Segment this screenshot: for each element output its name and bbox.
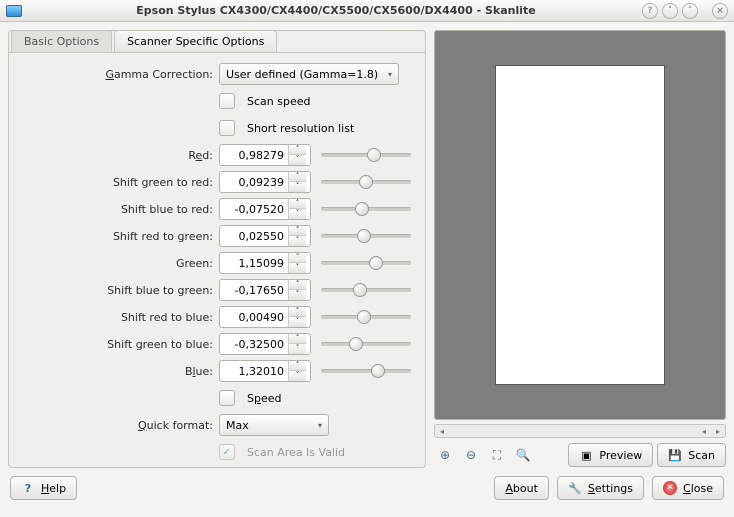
spin-up-icon[interactable]: ˄: [289, 145, 306, 155]
minimize-button[interactable]: ˅: [662, 3, 678, 19]
close-icon: ✕: [663, 481, 677, 495]
chevron-down-icon: ▾: [388, 70, 392, 79]
settings-button[interactable]: 🔧 Settings: [557, 476, 644, 500]
app-icon: [6, 5, 22, 17]
blue-input[interactable]: [220, 365, 288, 378]
shift-blue-to-green-spinbox[interactable]: ˄˅: [219, 279, 311, 301]
maximize-button[interactable]: ˄: [682, 3, 698, 19]
shift-blue-to-green-label: Shift blue to green:: [19, 284, 219, 297]
zoom-out-icon[interactable]: ⊖: [460, 444, 482, 466]
quick-format-combo[interactable]: Max ▾: [219, 414, 329, 436]
help-button-label: Help: [41, 482, 66, 495]
zoom-fit-icon[interactable]: 🔍: [512, 444, 534, 466]
preview-icon: ▣: [579, 448, 593, 462]
help-titlebar-button[interactable]: ?: [642, 3, 658, 19]
short-resolution-checkbox[interactable]: [219, 120, 235, 136]
shift-blue-to-red-spinbox[interactable]: ˄˅: [219, 198, 311, 220]
zoom-select-icon[interactable]: ⛶: [486, 444, 508, 466]
shift-red-to-blue-input[interactable]: [220, 311, 288, 324]
red-spinbox[interactable]: ˄˅: [219, 144, 311, 166]
preview-scrollbar-h[interactable]: ◂ ◂ ▸: [434, 424, 726, 438]
shift-red-to-green-slider[interactable]: [317, 226, 415, 246]
shift-green-to-blue-slider[interactable]: [317, 334, 415, 354]
shift-green-to-red-slider[interactable]: [317, 172, 415, 192]
shift-green-to-blue-label: Shift green to blue:: [19, 338, 219, 351]
shift-green-to-blue-input[interactable]: [220, 338, 288, 351]
settings-button-label: Settings: [588, 482, 633, 495]
gamma-correction-label: Gamma Correction:: [19, 68, 219, 81]
preview-button[interactable]: ▣ Preview: [568, 443, 653, 467]
titlebar: Epson Stylus CX4300/CX4400/CX5500/CX5600…: [0, 0, 734, 22]
gamma-correction-combo[interactable]: User defined (Gamma=1.8) ▾: [219, 63, 399, 85]
blue-slider[interactable]: [317, 361, 415, 381]
shift-green-to-red-label: Shift green to red:: [19, 176, 219, 189]
zoom-in-icon[interactable]: ⊕: [434, 444, 456, 466]
window-title: Epson Stylus CX4300/CX4400/CX5500/CX5600…: [30, 4, 642, 17]
blue-spinbox[interactable]: ˄˅: [219, 360, 311, 382]
settings-icon: 🔧: [568, 481, 582, 495]
shift-green-to-red-input[interactable]: [220, 176, 288, 189]
help-icon: ?: [21, 481, 35, 495]
shift-red-to-green-spinbox[interactable]: ˄˅: [219, 225, 311, 247]
scroll-left-icon[interactable]: ◂: [435, 427, 449, 436]
red-input[interactable]: [220, 149, 288, 162]
red-slider[interactable]: [317, 145, 415, 165]
shift-blue-to-green-slider[interactable]: [317, 280, 415, 300]
spin-down-icon[interactable]: ˅: [289, 155, 306, 165]
shift-blue-to-red-slider[interactable]: [317, 199, 415, 219]
scan-button[interactable]: 💾 Scan: [657, 443, 726, 467]
scroll-left-icon-2[interactable]: ◂: [697, 427, 711, 436]
shift-red-to-blue-slider[interactable]: [317, 307, 415, 327]
speed-checkbox[interactable]: [219, 390, 235, 406]
short-resolution-label: Short resolution list: [247, 122, 354, 135]
shift-red-to-green-input[interactable]: [220, 230, 288, 243]
preview-button-label: Preview: [599, 449, 642, 462]
scan-area-valid-checkbox[interactable]: ✓: [219, 444, 235, 460]
tab-scanner-specific[interactable]: Scanner Specific Options: [114, 30, 277, 52]
scan-button-label: Scan: [688, 449, 715, 462]
red-label: Red:: [19, 149, 219, 162]
quick-format-value: Max: [226, 419, 249, 432]
green-spinbox[interactable]: ˄˅: [219, 252, 311, 274]
options-panel: Basic Options Scanner Specific Options G…: [8, 30, 426, 468]
shift-green-to-red-spinbox[interactable]: ˄˅: [219, 171, 311, 193]
shift-red-to-blue-label: Shift red to blue:: [19, 311, 219, 324]
scan-speed-label: Scan speed: [247, 95, 310, 108]
about-button-label: About: [505, 482, 538, 495]
chevron-down-icon: ▾: [318, 421, 322, 430]
shift-blue-to-green-input[interactable]: [220, 284, 288, 297]
gamma-correction-value: User defined (Gamma=1.8): [226, 68, 378, 81]
green-slider[interactable]: [317, 253, 415, 273]
help-button[interactable]: ? Help: [10, 476, 77, 500]
preview-area[interactable]: [434, 30, 726, 420]
shift-blue-to-red-label: Shift blue to red:: [19, 203, 219, 216]
quick-format-label: Quick format:: [19, 419, 219, 432]
shift-red-to-green-label: Shift red to green:: [19, 230, 219, 243]
green-label: Green:: [19, 257, 219, 270]
about-button[interactable]: About: [494, 476, 549, 500]
blue-label: Blue:: [19, 365, 219, 378]
scroll-right-icon[interactable]: ▸: [711, 427, 725, 436]
save-icon: 💾: [668, 448, 682, 462]
shift-blue-to-red-input[interactable]: [220, 203, 288, 216]
scan-area-valid-label: Scan Area Is Valid: [247, 446, 345, 459]
shift-green-to-blue-spinbox[interactable]: ˄˅: [219, 333, 311, 355]
preview-page: [495, 65, 665, 385]
scan-speed-checkbox[interactable]: [219, 93, 235, 109]
close-window-button[interactable]: ×: [712, 3, 728, 19]
green-input[interactable]: [220, 257, 288, 270]
tab-basic-options[interactable]: Basic Options: [11, 30, 112, 52]
shift-red-to-blue-spinbox[interactable]: ˄˅: [219, 306, 311, 328]
speed-label: Speed: [247, 392, 282, 405]
close-button-label: Close: [683, 482, 713, 495]
close-button[interactable]: ✕ Close: [652, 476, 724, 500]
